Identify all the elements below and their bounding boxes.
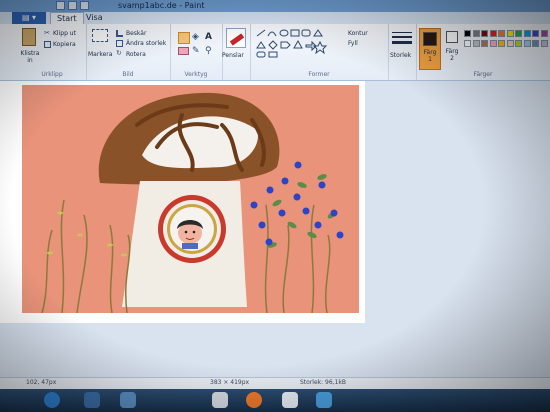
copy-icon: [44, 41, 51, 48]
size-line-thin: [392, 32, 412, 33]
file-menu-button[interactable]: ▤ ▾: [12, 12, 46, 24]
palette-swatch[interactable]: [540, 30, 548, 37]
palette-swatch[interactable]: [498, 30, 505, 37]
colors-group: Färg 1 Färg 2 Färger: [416, 24, 550, 80]
palette-swatch[interactable]: [464, 30, 471, 37]
size-line-medium: [392, 36, 412, 38]
palette-swatch[interactable]: [540, 40, 548, 47]
image-group-label: Bild: [122, 71, 134, 78]
select-button[interactable]: Markera: [88, 51, 112, 58]
rotate-icon: ↻: [116, 49, 122, 57]
color1-button[interactable]: Färg 1: [419, 28, 441, 70]
fill-bucket-icon[interactable]: ◈: [192, 32, 203, 43]
copy-button[interactable]: Kopiera: [53, 41, 76, 48]
cut-button[interactable]: Klipp ut: [53, 30, 76, 37]
size-button[interactable]: Storlek: [390, 52, 411, 59]
undo-icon[interactable]: [68, 1, 77, 10]
rotate-button[interactable]: Rotera: [126, 51, 146, 58]
taskbar-app-icon[interactable]: [120, 392, 136, 408]
crop-icon: [116, 30, 123, 37]
taskbar-paint-icon[interactable]: [282, 392, 298, 408]
color1-swatch: [423, 32, 437, 46]
fill-dropdown[interactable]: Fyll: [348, 40, 358, 47]
palette-swatch[interactable]: [532, 40, 539, 47]
outline-dropdown[interactable]: Kontur: [348, 30, 368, 37]
canvas-drawing[interactable]: [22, 85, 359, 314]
tab-view[interactable]: Visa: [80, 12, 109, 24]
eraser-icon[interactable]: [178, 47, 189, 55]
pencil-icon[interactable]: [178, 32, 190, 44]
scissors-icon: ✂: [44, 29, 50, 37]
palette-swatch[interactable]: [506, 30, 514, 37]
select-icon[interactable]: [92, 29, 108, 42]
taskbar-folder-icon[interactable]: [212, 392, 228, 408]
brushes-button[interactable]: Penslar: [222, 52, 244, 59]
palette-swatch[interactable]: [523, 40, 531, 47]
text-tool-icon[interactable]: A: [205, 32, 216, 43]
shapes-gallery-icon[interactable]: [254, 28, 342, 58]
tools-group: ◈ A ✎ ⚲ Verktyg: [170, 24, 223, 80]
color2-swatch[interactable]: [446, 31, 458, 43]
paste-icon[interactable]: [22, 28, 36, 46]
crop-button[interactable]: Beskär: [126, 30, 146, 37]
resize-icon: [116, 40, 123, 47]
taskbar-network-icon[interactable]: [316, 392, 332, 408]
clipboard-group: Klistra in ✂ Klipp ut Kopiera Urklipp: [18, 24, 87, 80]
taskbar-explorer-icon[interactable]: [84, 392, 100, 408]
palette-swatch[interactable]: [472, 40, 480, 47]
menu-icon: ▤ ▾: [21, 13, 37, 22]
brush-icon[interactable]: [226, 28, 246, 48]
size-group: Storlek: [388, 24, 417, 80]
quick-access-toolbar: [56, 1, 89, 10]
palette-swatch[interactable]: [515, 30, 522, 37]
mushroom-painting: [41, 92, 344, 314]
image-group: Markera Beskär Ändra storlek ↻ Rotera Bi…: [86, 24, 171, 80]
palette-swatch[interactable]: [532, 30, 539, 37]
window-title: svamp1abc.de - Paint: [118, 1, 205, 10]
color1-label: Färg 1: [423, 49, 437, 63]
shapes-group: Kontur Fyll Former: [250, 24, 389, 80]
file-size: Storlek: 96,1kB: [300, 379, 347, 386]
taskbar: [0, 389, 550, 412]
color-picker-icon[interactable]: ✎: [192, 46, 203, 57]
paint-window: svamp1abc.de - Paint ▤ ▾ Start Visa Klis…: [0, 0, 550, 412]
size-line-thick: [392, 41, 412, 44]
palette-swatch[interactable]: [506, 40, 514, 47]
cursor-position: 102, 47px: [26, 379, 57, 386]
palette-swatch[interactable]: [515, 40, 522, 47]
image-dimensions: 383 × 419px: [210, 379, 250, 386]
brushes-group: Penslar: [222, 24, 251, 80]
palette-swatch[interactable]: [472, 30, 480, 37]
palette-swatch[interactable]: [498, 40, 505, 47]
clipboard-group-label: Urklipp: [41, 71, 63, 78]
palette-swatch[interactable]: [489, 30, 497, 37]
color2-label[interactable]: Färg 2: [443, 48, 461, 62]
palette-swatch[interactable]: [481, 30, 488, 37]
tools-group-label: Verktyg: [184, 71, 208, 78]
taskbar-firefox-icon[interactable]: [246, 392, 262, 408]
start-button-icon[interactable]: [44, 392, 60, 408]
redo-icon[interactable]: [80, 1, 89, 10]
paste-button[interactable]: Klistra in: [19, 50, 41, 64]
colors-group-label: Färger: [473, 71, 493, 78]
shapes-group-label: Former: [308, 71, 330, 78]
palette-swatch[interactable]: [523, 30, 531, 37]
palette-swatch[interactable]: [481, 40, 488, 47]
palette-swatch[interactable]: [464, 40, 471, 47]
magnifier-icon[interactable]: ⚲: [205, 46, 216, 57]
save-icon[interactable]: [56, 1, 65, 10]
palette-swatch[interactable]: [489, 40, 497, 47]
resize-button[interactable]: Ändra storlek: [126, 40, 166, 47]
